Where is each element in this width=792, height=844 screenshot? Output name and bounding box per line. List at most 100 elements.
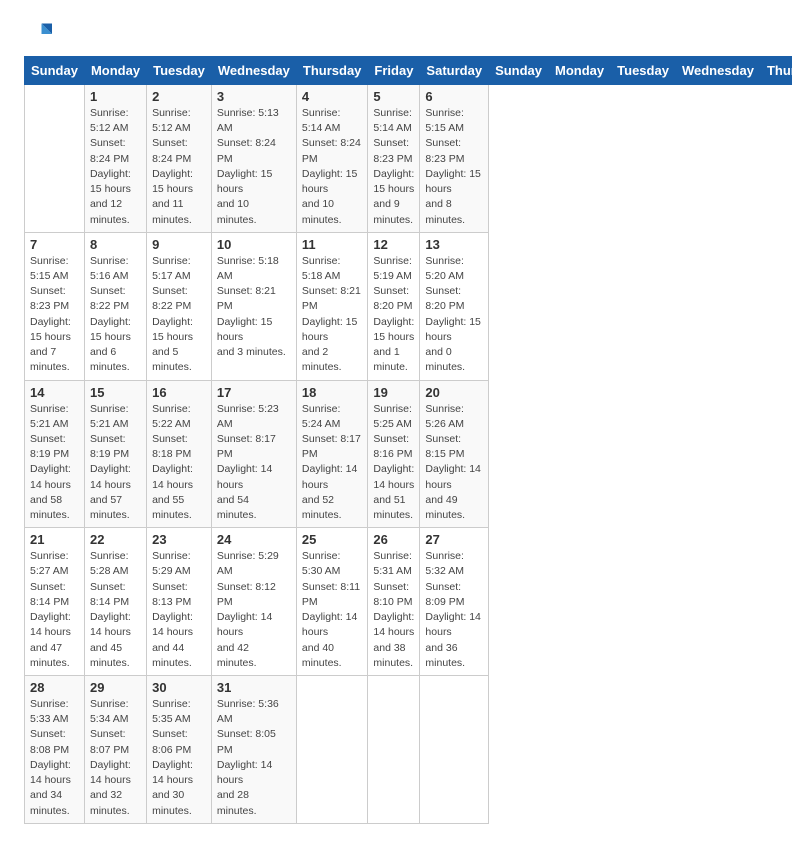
cell-info: Sunrise: 5:27 AM Sunset: 8:14 PM Dayligh… [30, 549, 79, 671]
calendar-cell: 9 Sunrise: 5:17 AM Sunset: 8:22 PM Daylig… [147, 232, 212, 380]
day-number: 31 [217, 680, 291, 695]
day-number: 28 [30, 680, 79, 695]
calendar-cell: 21 Sunrise: 5:27 AM Sunset: 8:14 PM Dayli… [25, 528, 85, 676]
calendar-cell [420, 676, 489, 824]
calendar-cell [368, 676, 420, 824]
column-header-thursday: Thursday [760, 57, 792, 85]
calendar-cell: 30 Sunrise: 5:35 AM Sunset: 8:06 PM Dayli… [147, 676, 212, 824]
day-number: 16 [152, 385, 206, 400]
day-number: 9 [152, 237, 206, 252]
column-header-monday: Monday [84, 57, 146, 85]
cell-info: Sunrise: 5:29 AM Sunset: 8:13 PM Dayligh… [152, 549, 206, 671]
day-number: 17 [217, 385, 291, 400]
day-number: 29 [90, 680, 141, 695]
cell-info: Sunrise: 5:17 AM Sunset: 8:22 PM Dayligh… [152, 254, 206, 376]
calendar-cell: 29 Sunrise: 5:34 AM Sunset: 8:07 PM Dayli… [84, 676, 146, 824]
column-header-friday: Friday [368, 57, 420, 85]
calendar-cell: 18Sunrise: 5:24 AM Sunset: 8:17 PM Dayli… [296, 380, 368, 528]
calendar-cell: 5Sunrise: 5:14 AM Sunset: 8:23 PM Daylig… [368, 85, 420, 233]
day-number: 22 [90, 532, 141, 547]
cell-info: Sunrise: 5:15 AM Sunset: 8:23 PM Dayligh… [30, 254, 79, 376]
cell-info: Sunrise: 5:23 AM Sunset: 8:17 PM Dayligh… [217, 402, 291, 524]
day-number: 19 [373, 385, 414, 400]
column-header-wednesday: Wednesday [211, 57, 296, 85]
day-number: 14 [30, 385, 79, 400]
cell-info: Sunrise: 5:21 AM Sunset: 8:19 PM Dayligh… [90, 402, 141, 524]
day-number: 21 [30, 532, 79, 547]
calendar-table: SundayMondayTuesdayWednesdayThursdayFrid… [24, 56, 792, 824]
column-header-sunday: Sunday [489, 57, 549, 85]
day-number: 30 [152, 680, 206, 695]
cell-info: Sunrise: 5:19 AM Sunset: 8:20 PM Dayligh… [373, 254, 414, 376]
calendar-cell: 26Sunrise: 5:31 AM Sunset: 8:10 PM Dayli… [368, 528, 420, 676]
column-header-saturday: Saturday [420, 57, 489, 85]
cell-info: Sunrise: 5:32 AM Sunset: 8:09 PM Dayligh… [425, 549, 483, 671]
column-header-monday: Monday [549, 57, 611, 85]
calendar-week-1: 1 Sunrise: 5:12 AM Sunset: 8:24 PM Daylig… [25, 85, 792, 233]
calendar-cell: 10 Sunrise: 5:18 AM Sunset: 8:21 PM Dayli… [211, 232, 296, 380]
calendar-cell: 8 Sunrise: 5:16 AM Sunset: 8:22 PM Daylig… [84, 232, 146, 380]
cell-info: Sunrise: 5:16 AM Sunset: 8:22 PM Dayligh… [90, 254, 141, 376]
cell-info: Sunrise: 5:14 AM Sunset: 8:24 PM Dayligh… [302, 106, 363, 228]
day-number: 3 [217, 89, 291, 104]
calendar-cell: 22 Sunrise: 5:28 AM Sunset: 8:14 PM Dayli… [84, 528, 146, 676]
day-number: 15 [90, 385, 141, 400]
day-number: 24 [217, 532, 291, 547]
cell-info: Sunrise: 5:28 AM Sunset: 8:14 PM Dayligh… [90, 549, 141, 671]
cell-info: Sunrise: 5:26 AM Sunset: 8:15 PM Dayligh… [425, 402, 483, 524]
calendar-cell [25, 85, 85, 233]
logo [24, 20, 56, 48]
calendar-cell: 31Sunrise: 5:36 AM Sunset: 8:05 PM Dayli… [211, 676, 296, 824]
cell-info: Sunrise: 5:20 AM Sunset: 8:20 PM Dayligh… [425, 254, 483, 376]
calendar-cell: 19 Sunrise: 5:25 AM Sunset: 8:16 PM Dayli… [368, 380, 420, 528]
day-number: 11 [302, 237, 363, 252]
cell-info: Sunrise: 5:18 AM Sunset: 8:21 PM Dayligh… [302, 254, 363, 376]
calendar-cell: 17 Sunrise: 5:23 AM Sunset: 8:17 PM Dayli… [211, 380, 296, 528]
cell-info: Sunrise: 5:29 AM Sunset: 8:12 PM Dayligh… [217, 549, 291, 671]
calendar-cell: 24 Sunrise: 5:29 AM Sunset: 8:12 PM Dayli… [211, 528, 296, 676]
column-header-tuesday: Tuesday [147, 57, 212, 85]
cell-info: Sunrise: 5:24 AM Sunset: 8:17 PM Dayligh… [302, 402, 363, 524]
calendar-week-4: 21 Sunrise: 5:27 AM Sunset: 8:14 PM Dayli… [25, 528, 792, 676]
calendar-cell: 6Sunrise: 5:15 AM Sunset: 8:23 PM Daylig… [420, 85, 489, 233]
calendar-cell: 1Sunrise: 5:12 AM Sunset: 8:24 PM Daylig… [84, 85, 146, 233]
cell-info: Sunrise: 5:35 AM Sunset: 8:06 PM Dayligh… [152, 697, 206, 819]
column-header-thursday: Thursday [296, 57, 368, 85]
column-header-tuesday: Tuesday [611, 57, 676, 85]
day-number: 13 [425, 237, 483, 252]
day-number: 25 [302, 532, 363, 547]
day-number: 12 [373, 237, 414, 252]
day-number: 5 [373, 89, 414, 104]
day-number: 26 [373, 532, 414, 547]
day-number: 8 [90, 237, 141, 252]
day-number: 4 [302, 89, 363, 104]
cell-info: Sunrise: 5:21 AM Sunset: 8:19 PM Dayligh… [30, 402, 79, 524]
day-number: 6 [425, 89, 483, 104]
cell-info: Sunrise: 5:30 AM Sunset: 8:11 PM Dayligh… [302, 549, 363, 671]
cell-info: Sunrise: 5:13 AM Sunset: 8:24 PM Dayligh… [217, 106, 291, 228]
cell-info: Sunrise: 5:34 AM Sunset: 8:07 PM Dayligh… [90, 697, 141, 819]
calendar-cell: 2Sunrise: 5:12 AM Sunset: 8:24 PM Daylig… [147, 85, 212, 233]
cell-info: Sunrise: 5:18 AM Sunset: 8:21 PM Dayligh… [217, 254, 291, 361]
calendar-cell: 11 Sunrise: 5:18 AM Sunset: 8:21 PM Dayli… [296, 232, 368, 380]
calendar-cell: 3 Sunrise: 5:13 AM Sunset: 8:24 PM Daylig… [211, 85, 296, 233]
calendar-cell: 15 Sunrise: 5:21 AM Sunset: 8:19 PM Dayli… [84, 380, 146, 528]
page-header [24, 20, 768, 48]
calendar-cell: 28 Sunrise: 5:33 AM Sunset: 8:08 PM Dayli… [25, 676, 85, 824]
calendar-cell: 16Sunrise: 5:22 AM Sunset: 8:18 PM Dayli… [147, 380, 212, 528]
calendar-cell: 25 Sunrise: 5:30 AM Sunset: 8:11 PM Dayli… [296, 528, 368, 676]
day-number: 27 [425, 532, 483, 547]
calendar-cell: 13 Sunrise: 5:20 AM Sunset: 8:20 PM Dayli… [420, 232, 489, 380]
column-header-wednesday: Wednesday [675, 57, 760, 85]
cell-info: Sunrise: 5:25 AM Sunset: 8:16 PM Dayligh… [373, 402, 414, 524]
logo-icon [24, 20, 52, 48]
calendar-cell: 4 Sunrise: 5:14 AM Sunset: 8:24 PM Daylig… [296, 85, 368, 233]
day-number: 10 [217, 237, 291, 252]
day-number: 1 [90, 89, 141, 104]
day-number: 23 [152, 532, 206, 547]
calendar-cell [296, 676, 368, 824]
cell-info: Sunrise: 5:12 AM Sunset: 8:24 PM Dayligh… [152, 106, 206, 228]
calendar-week-2: 7Sunrise: 5:15 AM Sunset: 8:23 PM Daylig… [25, 232, 792, 380]
column-header-sunday: Sunday [25, 57, 85, 85]
cell-info: Sunrise: 5:33 AM Sunset: 8:08 PM Dayligh… [30, 697, 79, 819]
